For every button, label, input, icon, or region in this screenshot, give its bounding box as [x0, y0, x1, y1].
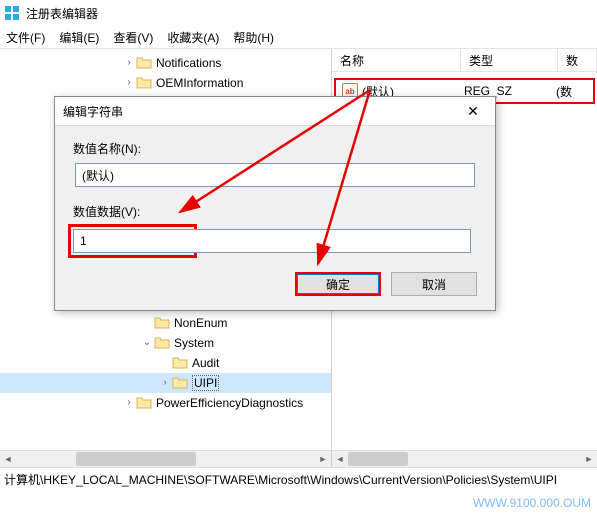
folder-icon — [154, 316, 170, 330]
tree-item[interactable]: › UIPI — [0, 373, 331, 393]
folder-icon — [154, 336, 170, 350]
scroll-right-icon[interactable]: ► — [581, 451, 597, 467]
cancel-button[interactable]: 取消 — [391, 272, 477, 296]
ok-button[interactable]: 确定 — [295, 272, 381, 296]
tree-item-label: System — [174, 336, 214, 350]
column-name[interactable]: 名称 — [332, 49, 461, 71]
column-data[interactable]: 数 — [558, 49, 597, 71]
chevron-right-icon[interactable]: › — [122, 58, 136, 69]
value-data-input[interactable] — [73, 229, 471, 253]
menu-file[interactable]: 文件(F) — [6, 29, 45, 46]
tree-item[interactable]: › Notifications — [0, 53, 331, 73]
scroll-thumb[interactable] — [76, 452, 196, 466]
value-data: (数 — [550, 80, 578, 102]
menu-favorites[interactable]: 收藏夹(A) — [167, 29, 219, 46]
list-horizontal-scrollbar[interactable]: ◄ ► — [332, 450, 597, 467]
menu-help[interactable]: 帮助(H) — [233, 29, 274, 46]
scroll-thumb[interactable] — [348, 452, 408, 466]
tree-horizontal-scrollbar[interactable]: ◄ ► — [0, 450, 331, 467]
dialog-body: 数值名称(N): 数值数据(V): 确定 取消 — [55, 126, 495, 310]
column-type[interactable]: 类型 — [461, 49, 558, 71]
tree-item-label: OEMInformation — [156, 76, 243, 90]
tree-item[interactable]: › PowerEfficiencyDiagnostics — [0, 393, 331, 413]
chevron-right-icon[interactable]: › — [158, 378, 172, 389]
menu-bar: 文件(F) 编辑(E) 查看(V) 收藏夹(A) 帮助(H) — [0, 26, 597, 49]
dialog-title: 编辑字符串 — [63, 103, 123, 120]
dialog-titlebar: 编辑字符串 ✕ — [55, 97, 495, 126]
chevron-right-icon[interactable]: › — [122, 78, 136, 89]
folder-icon — [172, 376, 188, 390]
menu-view[interactable]: 查看(V) — [113, 29, 153, 46]
scroll-left-icon[interactable]: ◄ — [332, 451, 348, 467]
value-name-input[interactable] — [75, 163, 475, 187]
folder-icon — [136, 56, 152, 70]
tree-item-label: UIPI — [192, 375, 219, 391]
list-header: 名称 类型 数 — [332, 49, 597, 72]
folder-icon — [172, 356, 188, 370]
value-name-label: 数值名称(N): — [73, 140, 477, 157]
scroll-left-icon[interactable]: ◄ — [0, 451, 16, 467]
tree-item-label: NonEnum — [174, 316, 227, 330]
tree-item[interactable]: › OEMInformation — [0, 73, 331, 93]
app-icon — [4, 5, 20, 21]
tree-item[interactable]: NonEnum — [0, 313, 331, 333]
window-title: 注册表编辑器 — [26, 5, 98, 22]
menu-edit[interactable]: 编辑(E) — [59, 29, 99, 46]
tree-item-label: Audit — [192, 356, 219, 370]
tree-item[interactable]: Audit — [0, 353, 331, 373]
titlebar: 注册表编辑器 — [0, 0, 597, 26]
chevron-right-icon[interactable]: › — [122, 398, 136, 409]
watermark: WWW.9100.000.OUM — [473, 496, 591, 510]
status-bar: 计算机\HKEY_LOCAL_MACHINE\SOFTWARE\Microsof… — [0, 467, 597, 490]
chevron-down-icon[interactable]: ⌄ — [140, 337, 154, 349]
edit-string-dialog: 编辑字符串 ✕ 数值名称(N): 数值数据(V): 确定 取消 — [54, 96, 496, 311]
tree-item-label: PowerEfficiencyDiagnostics — [156, 396, 303, 410]
folder-icon — [136, 396, 152, 410]
tree-item-label: Notifications — [156, 56, 221, 70]
registry-editor-window: 注册表编辑器 文件(F) 编辑(E) 查看(V) 收藏夹(A) 帮助(H) › N… — [0, 0, 597, 513]
status-path: 计算机\HKEY_LOCAL_MACHINE\SOFTWARE\Microsof… — [4, 471, 557, 488]
value-data-label: 数值数据(V): — [73, 203, 477, 220]
folder-icon — [136, 76, 152, 90]
tree-item[interactable]: ⌄ System — [0, 333, 331, 353]
scroll-right-icon[interactable]: ► — [315, 451, 331, 467]
close-icon[interactable]: ✕ — [459, 101, 487, 121]
